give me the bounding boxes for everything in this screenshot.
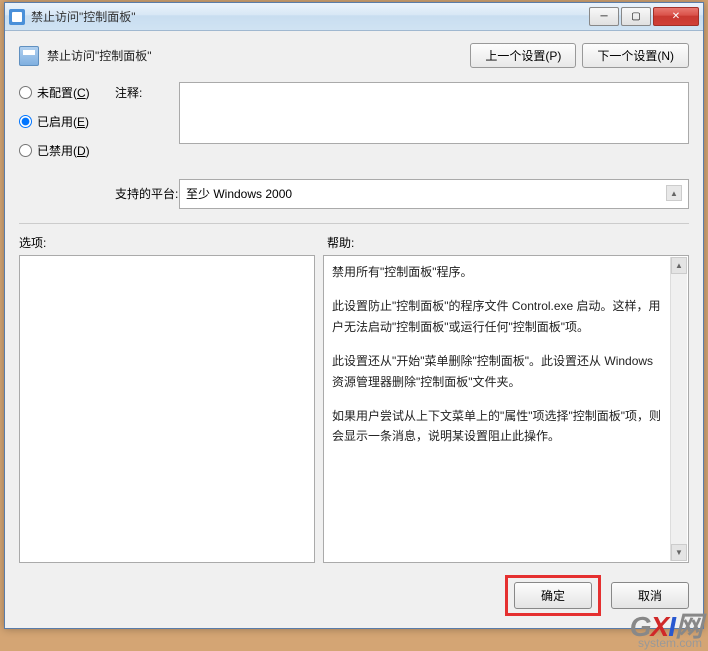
- ok-button[interactable]: 确定: [514, 582, 592, 609]
- radio-disabled-input[interactable]: [19, 144, 32, 157]
- header-row: 禁止访问"控制面板" 上一个设置(P) 下一个设置(N): [19, 43, 689, 68]
- platform-label: 支持的平台:: [115, 179, 179, 209]
- nav-buttons: 上一个设置(P) 下一个设置(N): [470, 43, 689, 68]
- comment-section: 注释:: [115, 82, 689, 171]
- panels: 禁用所有"控制面板"程序。 此设置防止"控制面板"的程序文件 Control.e…: [19, 255, 689, 563]
- options-label: 选项:: [19, 234, 319, 251]
- app-icon: [9, 9, 25, 25]
- help-text: 禁用所有"控制面板"程序。 此设置防止"控制面板"的程序文件 Control.e…: [332, 262, 680, 447]
- help-label: 帮助:: [327, 234, 689, 251]
- platform-row: 支持的平台: 至少 Windows 2000 ▲: [115, 179, 689, 209]
- close-button[interactable]: ✕: [653, 7, 699, 26]
- help-para: 如果用户尝试从上下文菜单上的"属性"项选择"控制面板"项，则会显示一条消息，说明…: [332, 406, 662, 447]
- footer: 确定 取消: [19, 575, 689, 616]
- divider: [19, 223, 689, 224]
- help-para: 此设置还从"开始"菜单删除"控制面板"。此设置还从 Windows 资源管理器删…: [332, 351, 662, 392]
- comment-label: 注释:: [115, 82, 179, 171]
- minimize-button[interactable]: ─: [589, 7, 619, 26]
- comment-textarea[interactable]: [179, 82, 689, 144]
- radio-disabled[interactable]: 已禁用(D): [19, 142, 115, 159]
- radio-enabled-input[interactable]: [19, 115, 32, 128]
- platform-value: 至少 Windows 2000: [186, 185, 292, 202]
- scroll-up-button[interactable]: ▲: [671, 257, 687, 274]
- window-title: 禁止访问"控制面板": [31, 8, 587, 25]
- radio-not-configured-input[interactable]: [19, 86, 32, 99]
- dialog-window: 禁止访问"控制面板" ─ ▢ ✕ 禁止访问"控制面板" 上一个设置(P) 下一个…: [4, 2, 704, 629]
- help-para: 此设置防止"控制面板"的程序文件 Control.exe 启动。这样，用户无法启…: [332, 296, 662, 337]
- radio-enabled[interactable]: 已启用(E): [19, 113, 115, 130]
- radio-not-configured[interactable]: 未配置(C): [19, 84, 115, 101]
- prev-setting-button[interactable]: 上一个设置(P): [470, 43, 576, 68]
- watermark: GXI网 system.com: [630, 613, 702, 649]
- radio-group: 未配置(C) 已启用(E) 已禁用(D): [19, 82, 115, 171]
- panels-header: 选项: 帮助:: [19, 234, 689, 251]
- help-panel: 禁用所有"控制面板"程序。 此设置防止"控制面板"的程序文件 Control.e…: [323, 255, 689, 563]
- scroll-down-button[interactable]: ▼: [671, 544, 687, 561]
- next-setting-button[interactable]: 下一个设置(N): [582, 43, 689, 68]
- cancel-button[interactable]: 取消: [611, 582, 689, 609]
- ok-highlight: 确定: [505, 575, 601, 616]
- policy-title: 禁止访问"控制面板": [47, 47, 470, 64]
- help-scrollbar[interactable]: ▲ ▼: [670, 257, 687, 561]
- config-row: 未配置(C) 已启用(E) 已禁用(D) 注释:: [19, 82, 689, 171]
- scroll-up-icon[interactable]: ▲: [666, 185, 682, 201]
- titlebar: 禁止访问"控制面板" ─ ▢ ✕: [5, 3, 703, 31]
- policy-icon: [19, 46, 39, 66]
- platform-box: 至少 Windows 2000 ▲: [179, 179, 689, 209]
- watermark-url: system.com: [630, 637, 702, 649]
- help-para: 禁用所有"控制面板"程序。: [332, 262, 662, 282]
- maximize-button[interactable]: ▢: [621, 7, 651, 26]
- options-panel: [19, 255, 315, 563]
- window-controls: ─ ▢ ✕: [587, 7, 699, 26]
- dialog-content: 禁止访问"控制面板" 上一个设置(P) 下一个设置(N) 未配置(C) 已启用(…: [5, 31, 703, 628]
